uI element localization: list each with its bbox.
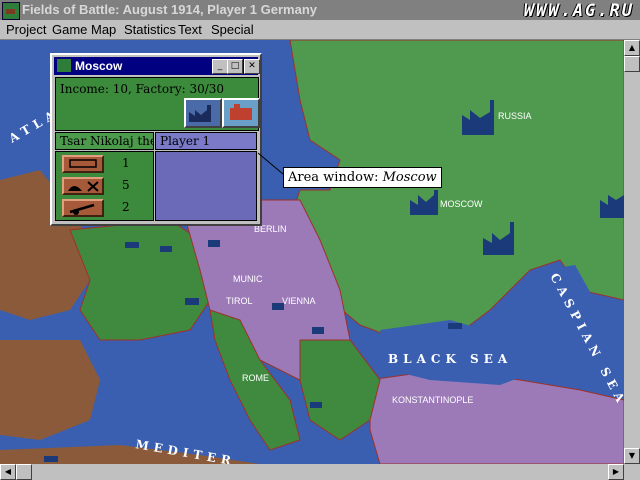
other-units-panel bbox=[155, 151, 257, 221]
callout-tooltip: Area window: Moscow bbox=[283, 167, 442, 188]
area-window[interactable]: Moscow _ □ ✕ Income: 10, Factory: 30/30 … bbox=[50, 53, 262, 226]
artillery-icon[interactable] bbox=[62, 199, 104, 217]
city-button[interactable] bbox=[222, 98, 260, 128]
map-label-moscow: MOSCOW bbox=[440, 199, 483, 209]
map-label-munic: MUNIC bbox=[233, 274, 263, 284]
scroll-thumb-vertical[interactable] bbox=[624, 56, 640, 72]
map-label-black-sea: BLACK SEA bbox=[388, 352, 512, 366]
menu-statistics[interactable]: Statistics bbox=[124, 22, 176, 37]
unit-list: 1 5 2 bbox=[55, 151, 154, 221]
close-button[interactable]: ✕ bbox=[244, 59, 260, 74]
vertical-scrollbar[interactable]: ▲ ▼ bbox=[624, 40, 640, 464]
factory-button[interactable] bbox=[184, 98, 222, 128]
scrollbar-corner bbox=[624, 464, 640, 480]
owner-label: Tsar Nikolaj the bbox=[55, 132, 154, 150]
scroll-left-button[interactable]: ◀ bbox=[0, 464, 16, 480]
scroll-up-button[interactable]: ▲ bbox=[624, 40, 640, 56]
infantry-count: 1 bbox=[122, 156, 130, 170]
artillery-count: 2 bbox=[122, 200, 130, 214]
cavalry-count: 5 bbox=[122, 178, 130, 192]
area-window-title: Moscow bbox=[75, 59, 123, 73]
menu-text[interactable]: Text bbox=[178, 22, 202, 37]
map-label-tirol: TIROL bbox=[226, 296, 253, 306]
menu-bar: Project Game Map Statistics Text Special bbox=[0, 20, 640, 40]
area-info-panel: Income: 10, Factory: 30/30 bbox=[55, 77, 260, 131]
minimize-button[interactable]: _ bbox=[212, 59, 228, 74]
infantry-icon[interactable] bbox=[62, 155, 104, 173]
app-icon[interactable] bbox=[2, 2, 20, 20]
window-title: Fields of Battle: August 1914, Player 1 … bbox=[22, 2, 318, 17]
maximize-button[interactable]: □ bbox=[227, 59, 243, 74]
map-label-rome: ROME bbox=[242, 373, 269, 383]
callout-prefix: Area window: bbox=[288, 170, 383, 185]
region-france bbox=[69, 219, 211, 341]
income-text: Income: 10, Factory: 30/30 bbox=[60, 82, 225, 96]
horizontal-scrollbar[interactable]: ◀ ▶ bbox=[0, 464, 624, 480]
map-label-konstantinople: KONSTANTINOPLE bbox=[392, 395, 473, 405]
map-label-russia: RUSSIA bbox=[498, 111, 532, 121]
cavalry-icon[interactable] bbox=[62, 177, 104, 195]
factory-icon bbox=[57, 59, 71, 72]
watermark: WWW.AG.RU bbox=[523, 1, 634, 21]
menu-map[interactable]: Map bbox=[91, 22, 116, 37]
scroll-right-button[interactable]: ▶ bbox=[608, 464, 624, 480]
title-bar: Fields of Battle: August 1914, Player 1 … bbox=[0, 0, 640, 21]
player-label: Player 1 bbox=[155, 132, 257, 150]
menu-project[interactable]: Project bbox=[6, 22, 46, 37]
scroll-down-button[interactable]: ▼ bbox=[624, 448, 640, 464]
menu-special[interactable]: Special bbox=[211, 22, 254, 37]
callout-name: Moscow bbox=[382, 170, 437, 185]
menu-game[interactable]: Game bbox=[52, 22, 87, 37]
map-label-vienna: VIENNA bbox=[282, 296, 316, 306]
scroll-thumb-horizontal[interactable] bbox=[16, 464, 32, 480]
area-window-title-bar[interactable]: Moscow _ □ ✕ bbox=[54, 57, 260, 75]
